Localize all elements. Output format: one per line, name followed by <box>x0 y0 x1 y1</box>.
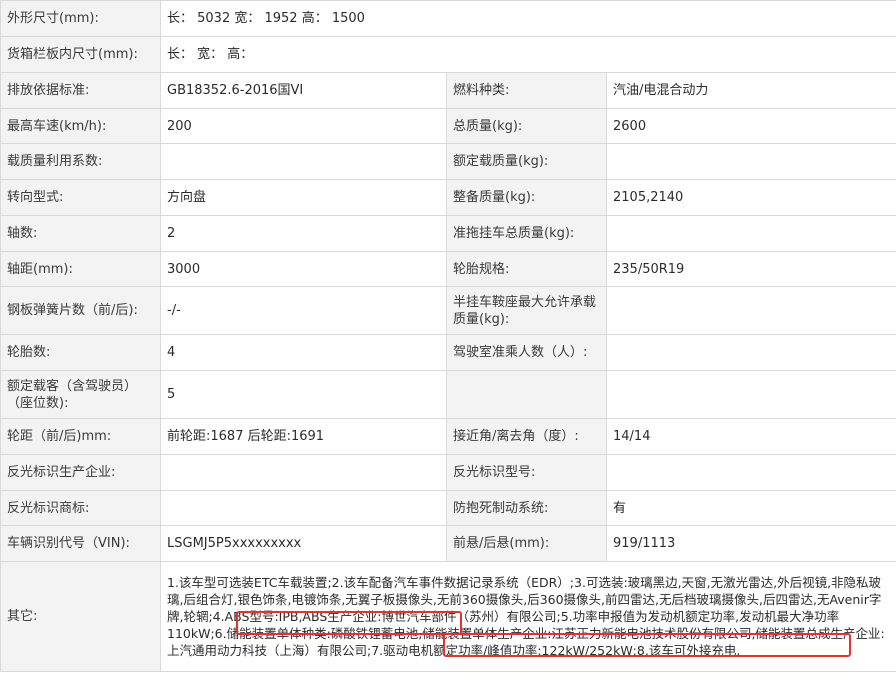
dimensions-value: 长： 5032 宽： 1952 高： 1500 <box>159 0 896 37</box>
overhang-value: 919/1113 <box>605 525 896 562</box>
table-row: 轴距(mm): 3000 轮胎规格: 235/50R19 <box>0 251 896 287</box>
cab-occupancy-value <box>605 334 896 371</box>
curb-weight-label: 整备质量(kg): <box>446 179 607 216</box>
reflective-marking-brand-label: 反光标识商标: <box>0 490 161 526</box>
empty-label-cell <box>446 370 607 419</box>
table-row: 其它: 1.该车型可选装ETC车载装置;2.该车配备汽车事件数据记录系统（EDR… <box>0 561 896 672</box>
approach-departure-angle-label: 接近角/离去角（度）: <box>446 418 607 455</box>
gross-mass-value: 2600 <box>605 108 896 144</box>
load-utilization-value <box>160 143 447 180</box>
curb-weight-value: 2105,2140 <box>605 179 896 216</box>
wheelbase-label: 轴距(mm): <box>0 251 161 287</box>
load-utilization-label: 载质量利用系数: <box>0 143 161 180</box>
table-row: 反光标识商标: 防抱死制动系统: 有 <box>0 490 896 526</box>
abs-value: 有 <box>605 490 896 526</box>
other-notes-cell: 1.该车型可选装ETC车载装置;2.该车配备汽车事件数据记录系统（EDR）;3.… <box>159 561 896 672</box>
tire-count-value: 4 <box>160 334 447 371</box>
saddle-load-value <box>605 286 896 335</box>
emission-standard-value: GB18352.6-2016国VI <box>160 72 447 109</box>
reflective-marking-maker-label: 反光标识生产企业: <box>0 454 161 491</box>
tire-spec-label: 轮胎规格: <box>446 251 607 287</box>
gross-mass-label: 总质量(kg): <box>446 108 607 144</box>
approach-departure-angle-value: 14/14 <box>605 418 896 455</box>
fuel-type-label: 燃料种类: <box>446 72 607 109</box>
dimensions-label: 外形尺寸(mm): <box>0 0 161 37</box>
other-notes-text: 1.该车型可选装ETC车载装置;2.该车配备汽车事件数据记录系统（EDR）;3.… <box>167 575 885 658</box>
wheelbase-value: 3000 <box>160 251 447 287</box>
leaf-spring-value: -/- <box>160 286 447 335</box>
reflective-marking-brand-value <box>160 490 447 526</box>
table-row: 轮胎数: 4 驾驶室准乘人数（人）: <box>0 334 896 371</box>
cargo-box-dimensions-label: 货箱栏板内尺寸(mm): <box>0 36 161 73</box>
reflective-marking-model-label: 反光标识型号: <box>446 454 607 491</box>
table-row: 车辆识别代号（VIN): LSGMJ5P5xxxxxxxxx 前悬/后悬(mm)… <box>0 525 896 562</box>
max-speed-label: 最高车速(km/h): <box>0 108 161 144</box>
saddle-load-label: 半挂车鞍座最大允许承载质量(kg): <box>446 286 607 335</box>
table-row: 排放依据标准: GB18352.6-2016国VI 燃料种类: 汽油/电混合动力 <box>0 72 896 109</box>
table-row: 货箱栏板内尺寸(mm): 长： 宽： 高： <box>0 36 896 73</box>
table-row: 外形尺寸(mm): 长： 5032 宽： 1952 高： 1500 <box>0 0 896 37</box>
overhang-label: 前悬/后悬(mm): <box>446 525 607 562</box>
steering-type-value: 方向盘 <box>160 179 447 216</box>
table-row: 最高车速(km/h): 200 总质量(kg): 2600 <box>0 108 896 144</box>
reflective-marking-model-value <box>605 454 896 491</box>
table-row: 转向型式: 方向盘 整备质量(kg): 2105,2140 <box>0 179 896 216</box>
seating-capacity-label: 额定载客（含驾驶员）（座位数): <box>0 370 161 419</box>
leaf-spring-label: 钢板弹簧片数（前/后): <box>0 286 161 335</box>
axle-count-label: 轴数: <box>0 215 161 252</box>
table-row: 轮距（前/后)mm: 前轮距:1687 后轮距:1691 接近角/离去角（度）:… <box>0 418 896 455</box>
table-row: 载质量利用系数: 额定载质量(kg): <box>0 143 896 180</box>
table-row: 轴数: 2 准拖挂车总质量(kg): <box>0 215 896 252</box>
trailer-mass-value <box>605 215 896 252</box>
table-row: 钢板弹簧片数（前/后): -/- 半挂车鞍座最大允许承载质量(kg): <box>0 286 896 335</box>
emission-standard-label: 排放依据标准: <box>0 72 161 109</box>
vin-value: LSGMJ5P5xxxxxxxxx <box>160 525 447 562</box>
cargo-box-dimensions-value: 长： 宽： 高： <box>159 36 896 73</box>
rated-load-value <box>605 143 896 180</box>
table-row: 额定载客（含驾驶员）（座位数): 5 <box>0 370 896 419</box>
other-label: 其它: <box>0 561 161 672</box>
track-width-value: 前轮距:1687 后轮距:1691 <box>160 418 447 455</box>
fuel-type-value: 汽油/电混合动力 <box>605 72 896 109</box>
axle-count-value: 2 <box>160 215 447 252</box>
rated-load-label: 额定载质量(kg): <box>446 143 607 180</box>
tire-count-label: 轮胎数: <box>0 334 161 371</box>
cab-occupancy-label: 驾驶室准乘人数（人）: <box>446 334 607 371</box>
steering-type-label: 转向型式: <box>0 179 161 216</box>
empty-value-cell <box>605 370 896 419</box>
tire-spec-value: 235/50R19 <box>605 251 896 287</box>
track-width-label: 轮距（前/后)mm: <box>0 418 161 455</box>
max-speed-value: 200 <box>160 108 447 144</box>
seating-capacity-value: 5 <box>160 370 447 419</box>
reflective-marking-maker-value <box>160 454 447 491</box>
vehicle-spec-table: 外形尺寸(mm): 长： 5032 宽： 1952 高： 1500 货箱栏板内尺… <box>0 0 896 672</box>
table-row: 反光标识生产企业: 反光标识型号: <box>0 454 896 491</box>
vin-label: 车辆识别代号（VIN): <box>0 525 161 562</box>
abs-label: 防抱死制动系统: <box>446 490 607 526</box>
trailer-mass-label: 准拖挂车总质量(kg): <box>446 215 607 252</box>
